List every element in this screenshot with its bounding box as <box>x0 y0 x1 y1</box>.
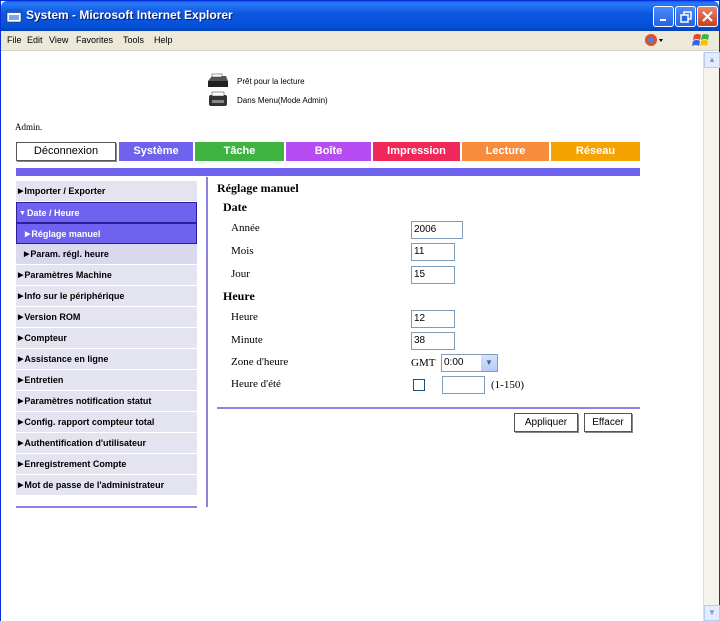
triangle-right-icon: ▶ <box>25 231 31 238</box>
tab-lecture[interactable]: Lecture <box>462 142 551 161</box>
triangle-right-icon: ▶ <box>18 377 24 384</box>
window-title: System - Microsoft Internet Explorer <box>26 8 233 22</box>
zone-select-value: 0:00 <box>444 357 464 368</box>
day-input[interactable]: 15 <box>411 266 455 284</box>
tab-boite[interactable]: Boîte <box>286 142 373 161</box>
sidebar-item-reglage-manuel[interactable]: ▶Réglage manuel <box>16 223 197 244</box>
menu-bar: File Edit View Favorites Tools Help <box>1 31 719 51</box>
sidebar-item-mot-de-passe-admin[interactable]: ▶Mot de passe de l'administrateur <box>16 475 197 496</box>
tab-systeme[interactable]: Système <box>119 142 195 161</box>
user-label: Admin. <box>15 122 43 132</box>
triangle-right-icon: ▶ <box>18 440 24 447</box>
title-bar: System - Microsoft Internet Explorer <box>1 1 719 31</box>
nav-band <box>16 168 640 176</box>
tab-reseau[interactable]: Réseau <box>551 142 640 161</box>
tab-tache[interactable]: Tâche <box>195 142 286 161</box>
printer-admin-icon <box>209 91 227 106</box>
sidebar-item-param-regl-heure[interactable]: ▶Param. régl. heure <box>16 244 197 265</box>
menu-view[interactable]: View <box>49 35 68 45</box>
triangle-right-icon: ▶ <box>18 293 24 300</box>
triangle-right-icon: ▶ <box>24 251 30 258</box>
sidebar-item-parametres-notification[interactable]: ▶Paramètres notification statut <box>16 391 197 412</box>
logout-button[interactable]: Déconnexion <box>16 142 116 161</box>
form-divider <box>217 407 640 409</box>
minimize-button[interactable] <box>653 6 674 27</box>
menu-edit[interactable]: Edit <box>27 35 43 45</box>
sidebar: ▶Importer / Exporter ▼Date / Heure ▶Régl… <box>16 181 197 496</box>
year-input[interactable]: 2006 <box>411 221 463 239</box>
tab-impression[interactable]: Impression <box>373 142 462 161</box>
dst-label: Heure d'été <box>231 378 281 390</box>
day-label: Jour <box>231 268 250 280</box>
zone-prefix: GMT <box>411 357 436 369</box>
maximize-button[interactable] <box>675 6 696 27</box>
triangle-right-icon: ▶ <box>18 335 24 342</box>
form-title: Réglage manuel <box>217 181 299 195</box>
sidebar-item-entretien[interactable]: ▶Entretien <box>16 370 197 391</box>
menu-file[interactable]: File <box>7 35 22 45</box>
time-heading: Heure <box>223 289 255 303</box>
dst-range: (1-150) <box>491 379 524 391</box>
month-label: Mois <box>231 245 254 257</box>
sidebar-item-info-peripherique[interactable]: ▶Info sur le périphérique <box>16 286 197 307</box>
menu-favorites[interactable]: Favorites <box>76 35 113 45</box>
minimize-icon <box>659 19 666 21</box>
close-icon <box>702 11 713 22</box>
date-heading: Date <box>223 200 247 214</box>
sidebar-item-parametres-machine[interactable]: ▶Paramètres Machine <box>16 265 197 286</box>
sidebar-item-enregistrement-compte[interactable]: ▶Enregistrement Compte <box>16 454 197 475</box>
triangle-right-icon: ▶ <box>18 314 24 321</box>
triangle-right-icon: ▶ <box>18 461 24 468</box>
vertical-scrollbar[interactable]: ▲ ▼ <box>703 52 720 621</box>
month-input[interactable]: 11 <box>411 243 455 261</box>
menu-tools[interactable]: Tools <box>123 35 144 45</box>
sidebar-item-assistance-en-ligne[interactable]: ▶Assistance en ligne <box>16 349 197 370</box>
language-globe-icon[interactable] <box>644 33 666 47</box>
triangle-right-icon: ▶ <box>18 188 24 195</box>
dst-checkbox[interactable] <box>413 379 425 391</box>
sidebar-item-compteur[interactable]: ▶Compteur <box>16 328 197 349</box>
triangle-right-icon: ▶ <box>18 398 24 405</box>
zone-select[interactable]: 0:00 ▼ <box>441 354 498 372</box>
menu-help[interactable]: Help <box>154 35 173 45</box>
triangle-down-icon: ▼ <box>19 210 26 217</box>
sidebar-divider <box>16 506 197 508</box>
clear-button[interactable]: Effacer <box>584 413 632 432</box>
scroll-down-icon[interactable]: ▼ <box>704 605 720 621</box>
maximize-icon <box>679 11 692 23</box>
hour-label: Heure <box>231 311 258 323</box>
internet-explorer-icon <box>6 9 22 23</box>
triangle-right-icon: ▶ <box>18 272 24 279</box>
triangle-right-icon: ▶ <box>18 482 24 489</box>
zone-label: Zone d'heure <box>231 356 289 368</box>
apply-button[interactable]: Appliquer <box>514 413 578 432</box>
vertical-divider <box>206 177 208 507</box>
sidebar-item-config-rapport[interactable]: ▶Config. rapport compteur total <box>16 412 197 433</box>
minute-input[interactable]: 38 <box>411 332 455 350</box>
sidebar-item-authentification[interactable]: ▶Authentification d'utilisateur <box>16 433 197 454</box>
windows-logo-icon <box>692 34 709 46</box>
triangle-right-icon: ▶ <box>18 356 24 363</box>
status-mode: Dans Menu(Mode Admin) <box>237 96 328 105</box>
printer-ready-icon <box>208 73 228 87</box>
sidebar-item-version-rom[interactable]: ▶Version ROM <box>16 307 197 328</box>
dst-input[interactable] <box>442 376 485 394</box>
hour-input[interactable]: 12 <box>411 310 455 328</box>
chevron-down-icon[interactable]: ▼ <box>481 355 497 371</box>
sidebar-item-date-heure[interactable]: ▼Date / Heure <box>16 202 197 223</box>
close-button[interactable] <box>697 6 718 27</box>
browser-window: System - Microsoft Internet Explorer Fil… <box>0 0 720 621</box>
sidebar-item-importer-exporter[interactable]: ▶Importer / Exporter <box>16 181 197 202</box>
year-label: Année <box>231 222 260 234</box>
scroll-up-icon[interactable]: ▲ <box>704 52 720 68</box>
minute-label: Minute <box>231 334 263 346</box>
triangle-right-icon: ▶ <box>18 419 24 426</box>
status-ready: Prêt pour la lecture <box>237 77 305 86</box>
